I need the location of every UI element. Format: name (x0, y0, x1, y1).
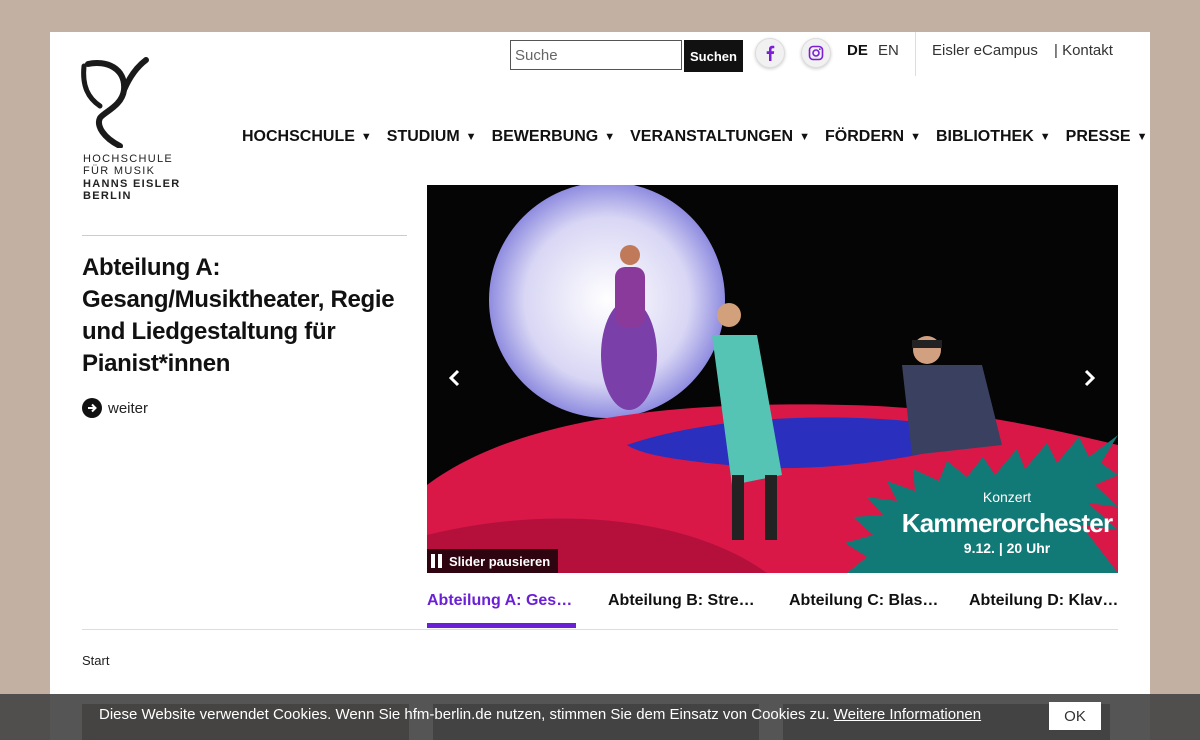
facebook-button[interactable] (755, 38, 785, 68)
caret-down-icon: ▼ (799, 131, 810, 143)
nav-studium[interactable]: STUDIUM ▼ (387, 128, 477, 146)
badge-kicker: Konzert (982, 489, 1032, 505)
tab-abteilung-b[interactable]: Abteilung B: Stre… (608, 592, 755, 610)
cookie-message: Diese Website verwendet Cookies. Wenn Si… (99, 706, 834, 723)
breadcrumb[interactable]: Start (82, 653, 109, 668)
arrow-right-icon (82, 398, 102, 418)
pause-icon (431, 554, 442, 568)
nav-bewerbung[interactable]: BEWERBUNG ▼ (492, 128, 616, 146)
main-nav: HOCHSCHULE ▼ STUDIUM ▼ BEWERBUNG ▼ VERANSTA… (242, 128, 1150, 146)
logo-line-3: HANNS EISLER (83, 178, 181, 190)
content-rule (82, 629, 1118, 630)
teaser-rule (82, 235, 407, 236)
cookie-ok-button[interactable]: OK (1049, 702, 1101, 730)
nav-hochschule[interactable]: HOCHSCHULE ▼ (242, 128, 372, 146)
teaser-title: Abteilung A: Gesang/Musiktheater, Regie … (82, 254, 395, 377)
instagram-button[interactable] (801, 38, 831, 68)
tab-abteilung-a[interactable]: Abteilung A: Ges… (427, 592, 572, 610)
badge-title[interactable]: Kammerorchester (887, 508, 1118, 539)
cookie-text: Diese Website verwendet Cookies. Wenn Si… (99, 706, 981, 723)
cookie-info-link[interactable]: Weitere Informationen (834, 706, 981, 723)
nav-veranstaltungen[interactable]: VERANSTALTUNGEN ▼ (630, 128, 810, 146)
badge-date: 9.12. | 20 Uhr (963, 540, 1051, 556)
caret-down-icon: ▼ (1136, 131, 1148, 143)
facebook-icon (766, 45, 775, 61)
logo-mark[interactable] (78, 56, 152, 148)
caret-down-icon: ▼ (604, 131, 616, 143)
slider-pause-button[interactable]: Slider pausieren (427, 549, 559, 573)
instagram-icon (808, 45, 824, 61)
ecampus-link[interactable]: Eisler eCampus (932, 42, 1038, 59)
lang-en[interactable]: EN (878, 42, 899, 59)
caret-down-icon: ▼ (1039, 131, 1051, 143)
search-input[interactable] (510, 40, 682, 70)
caret-down-icon: ▼ (910, 131, 921, 143)
page: Suchen DE EN Eisler eCampus | Kontakt HO… (50, 32, 1150, 740)
nav-bibliothek[interactable]: BIBLIOTHEK ▼ (936, 128, 1051, 146)
logo-line-2: FÜR MUSIK (83, 165, 156, 177)
tab-abteilung-c[interactable]: Abteilung C: Blas… (789, 592, 938, 610)
pause-label: Slider pausieren (449, 553, 551, 569)
lang-de[interactable]: DE (847, 42, 868, 59)
nav-foerdern[interactable]: FÖRDERN ▼ (825, 128, 921, 146)
slider-tabs: Abteilung A: Ges… Abteilung B: Stre… Abt… (427, 584, 1118, 630)
logo-line-4: BERLIN (83, 190, 132, 202)
chevron-right-icon (1084, 369, 1096, 387)
search-button[interactable]: Suchen (684, 40, 743, 72)
kontakt-link[interactable]: | Kontakt (1054, 42, 1113, 59)
chevron-left-icon (448, 369, 460, 387)
active-tab-indicator (427, 623, 576, 628)
more-label: weiter (108, 399, 149, 417)
tab-abteilung-d[interactable]: Abteilung D: Klav… (969, 592, 1118, 610)
more-link[interactable]: weiter (82, 398, 148, 418)
cookie-banner: Diese Website verwendet Cookies. Wenn Si… (0, 694, 1200, 740)
caret-down-icon: ▼ (360, 131, 372, 143)
hero-slider[interactable]: Konzert Kammerorchester 9.12. | 20 Uhr S… (427, 185, 1118, 573)
logo-line-1: HOCHSCHULE (83, 153, 174, 165)
nav-presse[interactable]: PRESSE ▼ (1066, 128, 1148, 146)
caret-down-icon: ▼ (465, 131, 477, 143)
header-divider (915, 32, 916, 76)
